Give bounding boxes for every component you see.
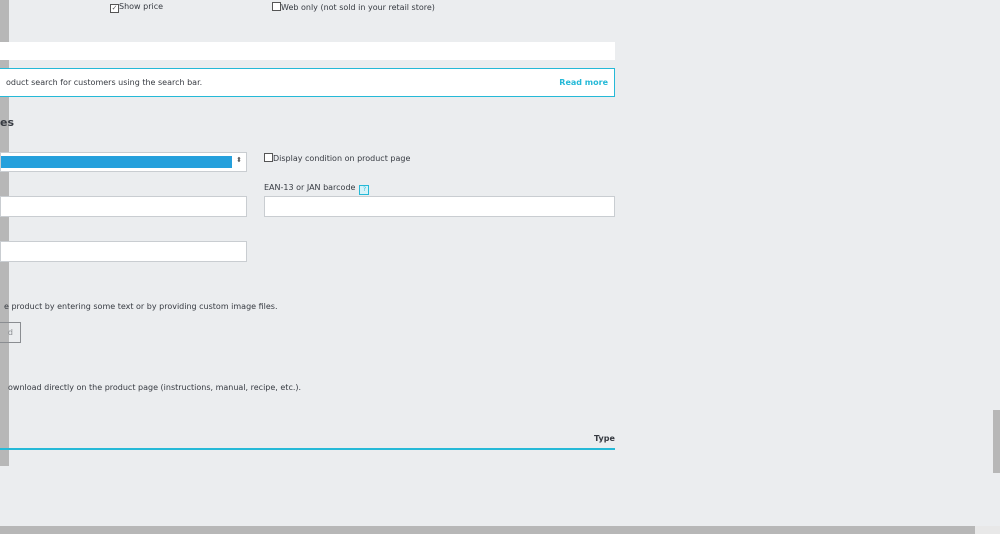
read-more-link[interactable]: Read more bbox=[559, 78, 608, 87]
section-title: es bbox=[0, 116, 15, 129]
column-header-type: Type bbox=[594, 434, 615, 443]
condition-select[interactable]: ⬍ bbox=[0, 152, 247, 172]
display-condition-checkbox[interactable] bbox=[264, 153, 273, 162]
upc-input[interactable] bbox=[0, 241, 247, 262]
select-arrow-icon: ⬍ bbox=[236, 156, 242, 164]
web-only-label: Web only (not sold in your retail store) bbox=[281, 3, 435, 12]
attached-files-text: ownload directly on the product page (in… bbox=[8, 383, 302, 392]
web-only-option[interactable]: Web only (not sold in your retail store) bbox=[272, 2, 435, 12]
vertical-scrollbar-thumb[interactable] bbox=[993, 410, 1000, 473]
display-condition-label: Display condition on product page bbox=[273, 154, 411, 163]
tags-input[interactable] bbox=[0, 42, 615, 60]
ean-label-row: EAN-13 or JAN barcode? bbox=[264, 183, 370, 195]
show-price-option[interactable]: ✓ Show price bbox=[110, 2, 163, 13]
alert-text: oduct search for customers using the sea… bbox=[6, 78, 203, 87]
customization-text: e product by entering some text or by pr… bbox=[4, 302, 278, 311]
add-customization-button[interactable]: d bbox=[0, 322, 21, 343]
search-info-alert: oduct search for customers using the sea… bbox=[0, 68, 615, 97]
horizontal-scrollbar-thumb[interactable] bbox=[0, 526, 975, 534]
table-header-divider bbox=[0, 448, 615, 450]
ean-input[interactable] bbox=[264, 196, 615, 217]
condition-select-highlight bbox=[1, 156, 232, 168]
reference-input[interactable] bbox=[0, 196, 247, 217]
show-price-checkbox[interactable]: ✓ bbox=[110, 4, 119, 13]
web-only-checkbox[interactable] bbox=[272, 2, 281, 11]
display-condition-option[interactable]: Display condition on product page bbox=[264, 153, 410, 163]
ean-label: EAN-13 or JAN barcode bbox=[264, 183, 356, 192]
help-icon[interactable]: ? bbox=[359, 185, 370, 195]
show-price-label: Show price bbox=[119, 2, 164, 11]
